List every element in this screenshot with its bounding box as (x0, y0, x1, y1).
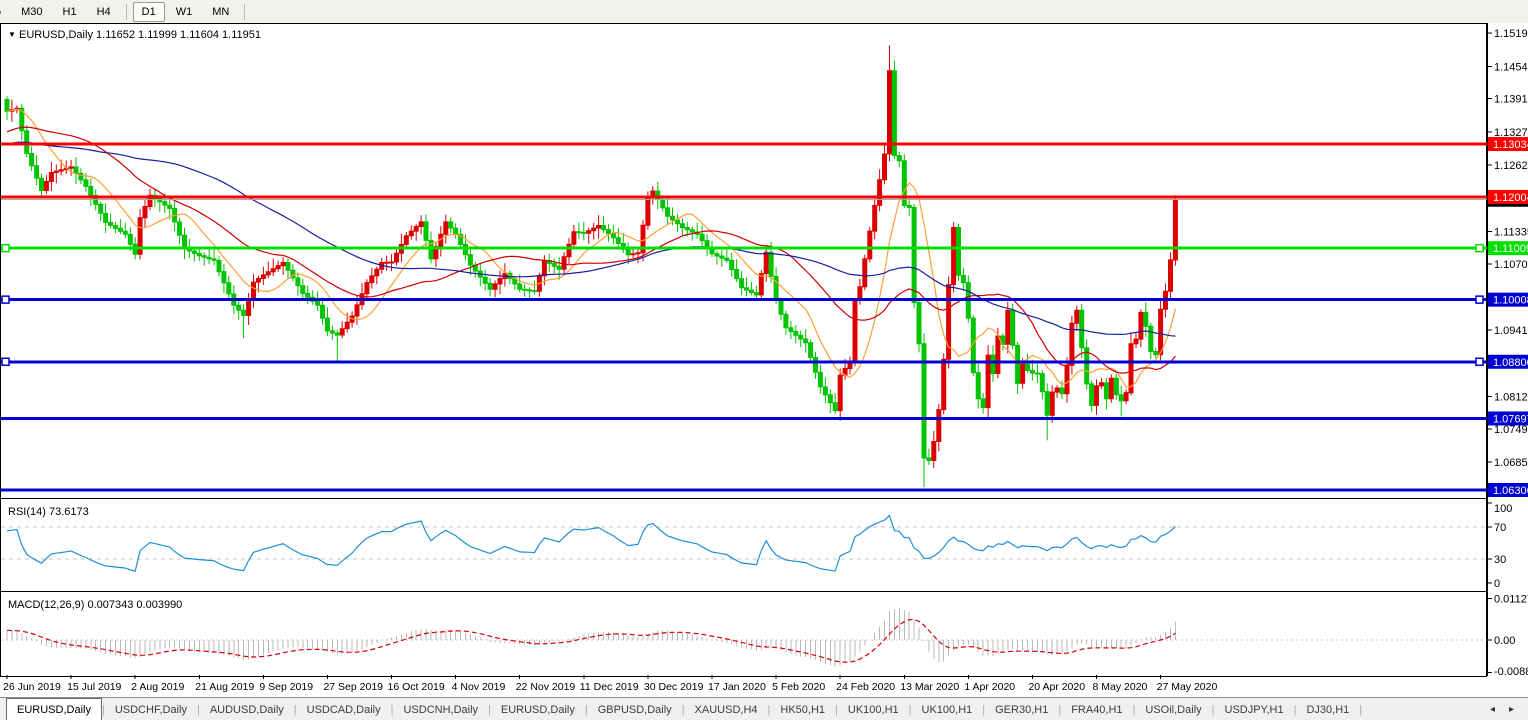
chart-tabs-bar: EURUSD,Daily|USDCHF,Daily|AUDUSD,Daily|U… (0, 697, 1528, 720)
chart-tab-gbpusd-daily[interactable]: GBPUSD,Daily (588, 698, 682, 720)
chart-tab-usdchf-daily[interactable]: USDCHF,Daily (105, 698, 197, 720)
line-price-badge-1.12004: 1.12004 (1493, 192, 1528, 204)
rsi-value: 73.6173 (49, 506, 89, 518)
main-panel-border (1, 24, 1487, 502)
date-axis-label: 27 May 2020 (1157, 681, 1218, 693)
rsi-panel-border (1, 499, 1487, 593)
line-handle[interactable] (2, 358, 9, 365)
date-axis-label: 16 Oct 2019 (388, 681, 445, 693)
chart-tab-xauusd-h4[interactable]: XAUUSD,H4 (685, 698, 768, 720)
chart-tab-usdcnh-daily[interactable]: USDCNH,Daily (393, 698, 488, 720)
timeframe-button-H4[interactable]: H4 (88, 2, 120, 22)
toolbar-separator (244, 4, 245, 20)
date-axis-label: 17 Jan 2020 (708, 681, 766, 693)
line-price-badge-1.08800: 1.08800 (1493, 357, 1528, 369)
date-axis-label: 4 Nov 2019 (452, 681, 506, 693)
timeframe-button-H1[interactable]: H1 (54, 2, 86, 22)
line-price-badge-1.07697: 1.07697 (1493, 413, 1528, 425)
chart-window[interactable]: 1.151901.145451.139151.132701.126251.113… (0, 23, 1528, 697)
date-axis-label: 9 Sep 2019 (259, 681, 313, 693)
price-axis-label: 1.10705 (1494, 259, 1528, 271)
chart-title: ▼ EURUSD,Daily 1.11652 1.11999 1.11604 1… (8, 29, 261, 41)
date-axis-label: 11 Dec 2019 (580, 681, 639, 693)
timeframe-button-MN[interactable]: MN (203, 2, 238, 22)
tab-separator: | (1359, 704, 1362, 716)
chart-tab-eurusd-daily[interactable]: EURUSD,Daily (6, 698, 102, 720)
line-price-badge-1.10008: 1.10008 (1493, 295, 1528, 307)
chart-tab-audusd-daily[interactable]: AUDUSD,Daily (200, 698, 294, 720)
price-axis-label: 1.07495 (1494, 424, 1528, 436)
macd-panel-title: MACD(12,26,9) 0.007343 0.003990 (8, 599, 182, 611)
chart-symbol-label: EURUSD,Daily (19, 29, 93, 41)
price-axis-label: 1.14545 (1494, 61, 1528, 73)
rsi-axis-label: 30 (1494, 554, 1506, 566)
tab-scroll-left-arrow[interactable]: ◂ (1490, 704, 1495, 715)
date-axis-label: 24 Feb 2020 (836, 681, 895, 693)
macd-label: MACD(12,26,9) (8, 599, 84, 611)
macd-panel-border (1, 592, 1487, 677)
chart-tab-fra40-h1[interactable]: FRA40,H1 (1061, 698, 1132, 720)
date-axis-label: 27 Sep 2019 (323, 681, 383, 693)
price-axis-label: 1.13915 (1494, 94, 1528, 106)
trading-terminal-window: 5M30H1H4 D1W1MN 1.15190 1.14545 1.13915 1.13… (0, 0, 1528, 720)
timeframe-button-D1[interactable]: D1 (133, 2, 165, 22)
date-axis-label: 15 Jul 2019 (67, 681, 121, 693)
chart-canvas[interactable]: 1.151901.145451.139151.132701.126251.113… (0, 23, 1528, 697)
chart-tab-usoil-daily[interactable]: USOil,Daily (1135, 698, 1211, 720)
toolbar-separator (126, 4, 127, 20)
chart-tab-usdcad-daily[interactable]: USDCAD,Daily (297, 698, 391, 720)
rsi-axis-label: 0 (1494, 578, 1500, 590)
price-axis-label: 1.08125 (1494, 391, 1528, 403)
timeframe-button-5[interactable]: 5 (0, 2, 10, 22)
chart-tab-eurusd-daily[interactable]: EURUSD,Daily (491, 698, 585, 720)
macd-values: 0.007343 0.003990 (87, 599, 182, 611)
timeframe-button-M30[interactable]: M30 (12, 2, 51, 22)
line-price-badge-1.11009: 1.11009 (1493, 243, 1528, 255)
date-axis-label: 22 Nov 2019 (516, 681, 576, 693)
date-axis-label: 20 Apr 2020 (1028, 681, 1085, 693)
tab-scroll-right-arrow[interactable]: ▸ (1509, 704, 1514, 715)
chart-tab-uk100-h1[interactable]: UK100,H1 (912, 698, 983, 720)
macd-axis-label: 0.00 (1494, 635, 1515, 647)
rsi-label: RSI(14) (8, 506, 46, 518)
chart-ohlc-values: 1.11652 1.11999 1.11604 1.11951 (96, 29, 261, 41)
line-handle[interactable] (1476, 245, 1483, 252)
line-handle[interactable] (2, 296, 9, 303)
date-axis-label: 30 Dec 2019 (644, 681, 704, 693)
macd-axis-label: 0.011277 (1494, 593, 1528, 605)
timeframe-toolbar: 5M30H1H4 D1W1MN (0, 0, 1528, 24)
rsi-panel-title: RSI(14) 73.6173 (8, 506, 89, 518)
price-axis-label: 1.11335 (1494, 226, 1528, 238)
date-axis-label: 1 Apr 2020 (964, 681, 1015, 693)
macd-axis-label: -0.00884 (1494, 666, 1528, 678)
rsi-axis-label: 100 (1494, 503, 1512, 515)
line-price-badge-1.06306: 1.06306 (1493, 485, 1528, 497)
rsi-axis-label: 70 (1494, 522, 1506, 534)
date-axis-label: 26 Jun 2019 (3, 681, 61, 693)
price-axis-label: 1.06850 (1494, 457, 1528, 469)
price-axis-label: 1.09415 (1494, 325, 1528, 337)
chart-tab-ger30-h1[interactable]: GER30,H1 (985, 698, 1058, 720)
price-axis-label: 1.15190 (1494, 28, 1528, 40)
line-handle[interactable] (2, 245, 9, 252)
line-price-badge-1.13034: 1.13034 (1493, 139, 1528, 151)
symbol-dropdown-icon[interactable]: ▼ (8, 30, 16, 39)
date-axis-label: 13 Mar 2020 (900, 681, 959, 693)
chart-tab-uk100-h1[interactable]: UK100,H1 (838, 698, 909, 720)
line-handle[interactable] (1476, 358, 1483, 365)
line-handle[interactable] (1476, 296, 1483, 303)
date-axis-label: 21 Aug 2019 (195, 681, 254, 693)
date-axis-label: 8 May 2020 (1093, 681, 1148, 693)
price-axis-label: 1.12625 (1494, 160, 1528, 172)
chart-tab-hk50-h1[interactable]: HK50,H1 (770, 698, 835, 720)
chart-tab-usdjpy-h1[interactable]: USDJPY,H1 (1215, 698, 1294, 720)
chart-tab-dj30-h1[interactable]: DJ30,H1 (1296, 698, 1359, 720)
date-axis-label: 5 Feb 2020 (772, 681, 825, 693)
date-axis-label: 2 Aug 2019 (131, 681, 184, 693)
timeframe-button-W1[interactable]: W1 (167, 2, 202, 22)
